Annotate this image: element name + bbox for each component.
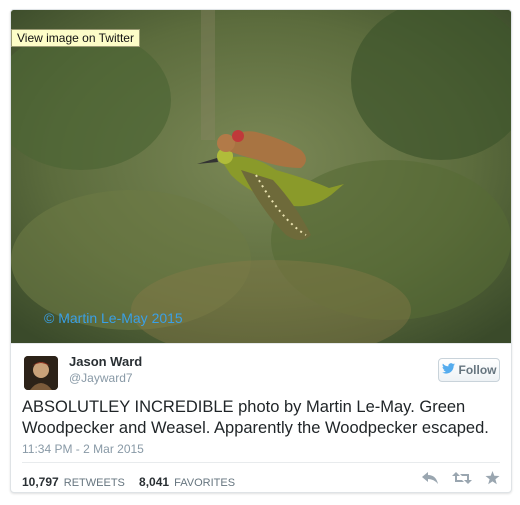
favorites-label[interactable]: FAVORITES [174,477,235,489]
tweet-timestamp[interactable]: 11:34 PM - 2 Mar 2015 [22,442,144,456]
twitter-bird-icon [441,363,455,377]
follow-button[interactable]: Follow [438,358,500,382]
author-name[interactable]: Jason Ward [69,354,142,369]
reply-icon[interactable] [421,471,439,489]
retweets-label[interactable]: RETWEETS [64,477,125,489]
avatar[interactable] [24,356,58,390]
tweet-body: Jason Ward @Jayward7 Follow ABSOLUTLEY I… [11,343,511,489]
photo-credit: © Martin Le-May 2015 [44,310,183,326]
retweet-icon[interactable] [452,471,472,489]
tweet-card: View image on Twitter © Martin Le-May 20… [10,9,512,493]
view-image-tooltip: View image on Twitter [11,29,140,47]
retweets-count[interactable]: 10,797 [22,475,59,489]
follow-label: Follow [458,363,497,377]
favorites-count[interactable]: 8,041 [139,475,169,489]
author-handle[interactable]: @Jayward7 [69,371,133,385]
favorite-icon[interactable] [485,471,500,489]
avatar-image [24,356,58,390]
tweet-actions [421,471,500,489]
divider [22,462,500,463]
tweet-text: ABSOLUTLEY INCREDIBLE photo by Martin Le… [22,398,489,437]
tweet-stats: 10,797 RETWEETS 8,041 FAVORITES [22,475,235,489]
tweet-photo[interactable]: View image on Twitter © Martin Le-May 20… [11,10,511,343]
photo-woodpecker-weasel [11,10,511,343]
